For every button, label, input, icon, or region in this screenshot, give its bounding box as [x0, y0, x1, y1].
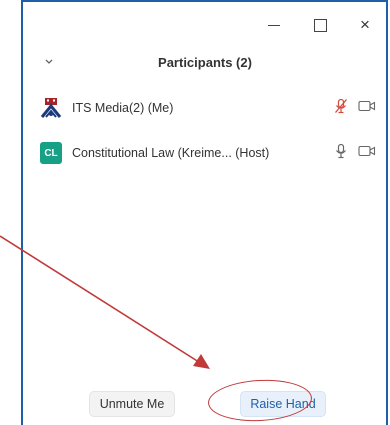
annotation-arrow — [0, 235, 210, 369]
